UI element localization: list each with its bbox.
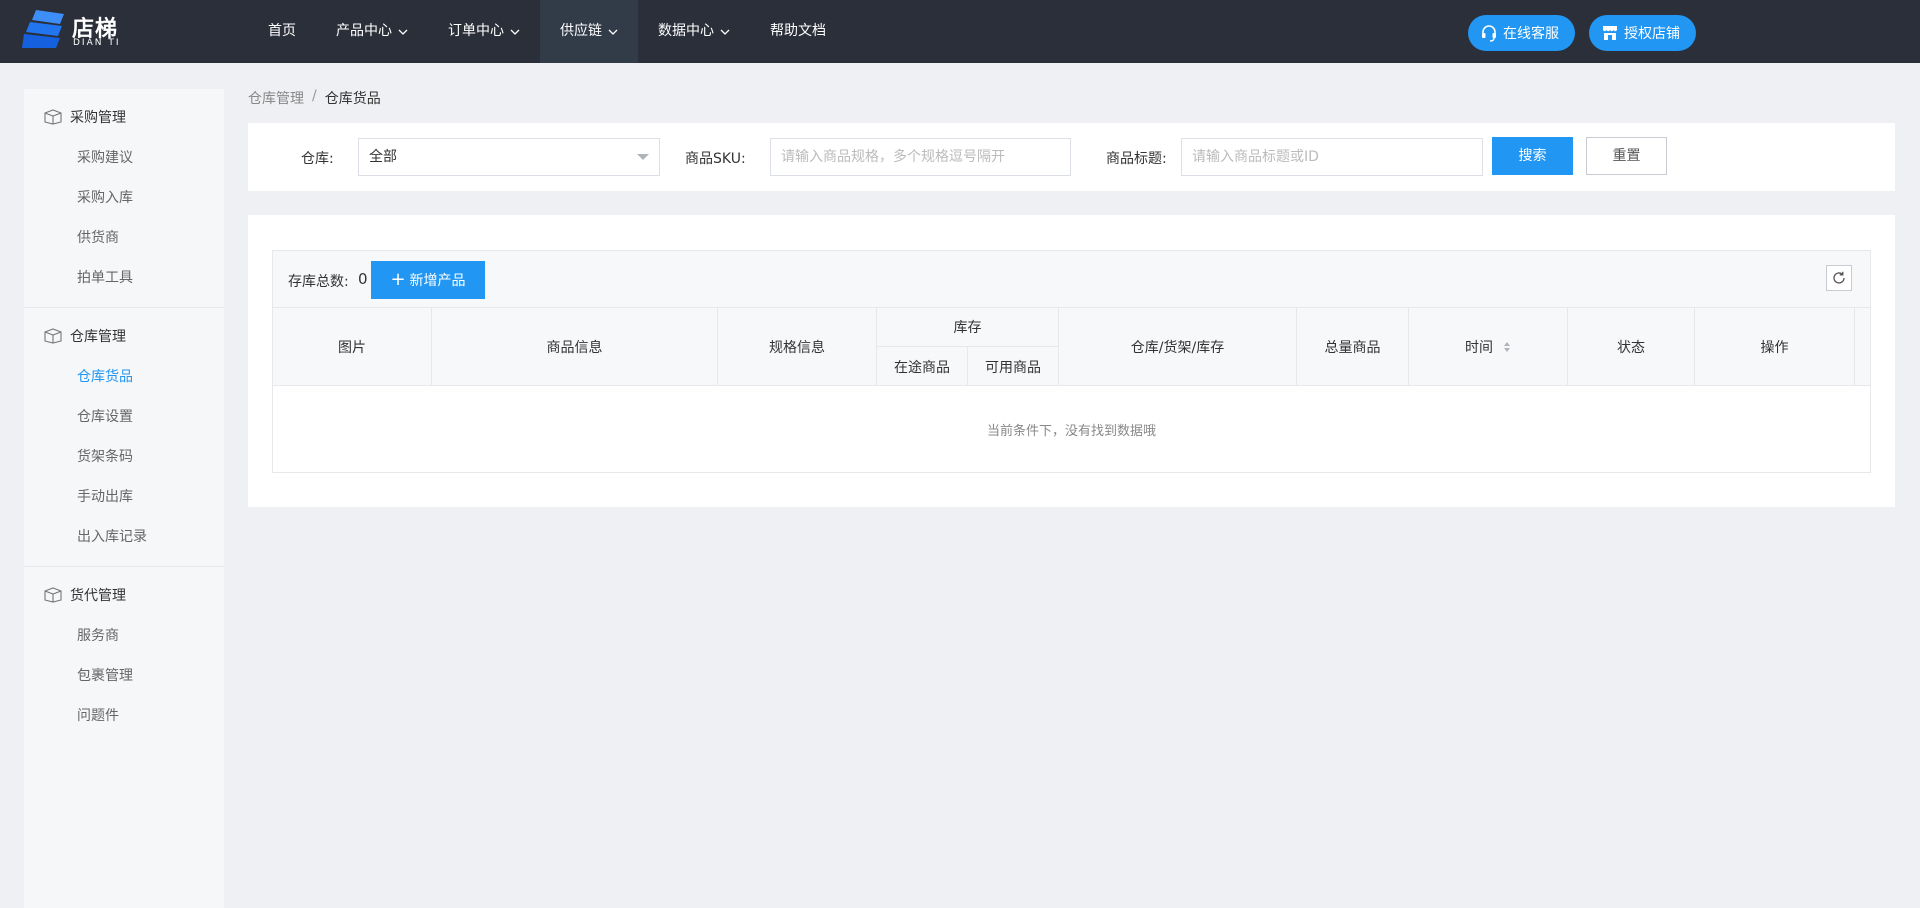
sidebar-group-warehouse[interactable]: 仓库管理 [44,326,126,346]
table-toolbar: 存库总数: 0 + 新增产品 [273,251,1870,308]
column-header-available: 可用商品 [968,347,1059,386]
nav-home-label: 首页 [268,23,296,39]
nav-order-center[interactable]: 订单中心 [428,0,540,63]
authorize-store-button[interactable]: 授权店铺 [1589,15,1696,51]
breadcrumb: 仓库管理 / 仓库货品 [248,88,381,108]
nav-help-docs[interactable]: 帮助文档 [750,0,846,63]
sidebar-group-forwarding[interactable]: 货代管理 [44,585,126,605]
nav-home[interactable]: 首页 [248,0,316,63]
add-product-label: 新增产品 [409,273,466,289]
nav-product-center-label: 产品中心 [336,23,392,39]
sidebar-group-forwarding-label: 货代管理 [70,588,126,604]
sidebar-item-problem-items[interactable]: 问题件 [77,705,119,725]
refresh-button[interactable] [1826,265,1852,291]
sku-filter-label: 商品SKU: [685,151,746,167]
inventory-table: 存库总数: 0 + 新增产品 图片 商品信息 规格信息 库存 在途商品 可用商品… [272,250,1871,473]
breadcrumb-separator: / [312,88,317,104]
sidebar-item-inout-records[interactable]: 出入库记录 [77,526,147,546]
search-button[interactable]: 搜索 [1492,137,1573,175]
online-support-label: 在线客服 [1503,26,1559,42]
breadcrumb-parent[interactable]: 仓库管理 [248,88,304,108]
store-icon [1603,26,1617,40]
reset-button[interactable]: 重置 [1586,137,1667,175]
add-product-button[interactable]: + 新增产品 [371,261,485,299]
brand-subtitle: DIAN TI [73,38,121,48]
sidebar-item-suppliers[interactable]: 供货商 [77,227,119,247]
sidebar-item-warehouse-settings[interactable]: 仓库设置 [77,406,133,426]
sidebar: 采购管理 采购建议 采购入库 供货商 拍单工具 仓库管理 仓库货品 仓库设置 货… [24,89,224,908]
title-input-placeholder: 请输入商品标题或ID [1192,149,1319,165]
box-icon [44,587,62,603]
warehouse-select[interactable]: 全部 [358,138,660,176]
chevron-down-icon [608,29,618,35]
sidebar-group-warehouse-label: 仓库管理 [70,329,126,345]
warehouse-select-value: 全部 [369,149,397,165]
sidebar-item-order-tool[interactable]: 拍单工具 [77,267,133,287]
sidebar-item-purchase-inbound[interactable]: 采购入库 [77,187,133,207]
column-header-stock: 库存 [877,308,1059,347]
sku-input-placeholder: 请输入商品规格，多个规格逗号隔开 [781,149,1005,165]
column-header-spec-info: 规格信息 [718,308,877,386]
nav-supply-chain[interactable]: 供应链 [540,0,638,63]
title-input[interactable]: 请输入商品标题或ID [1181,138,1483,176]
nav-help-docs-label: 帮助文档 [770,23,826,39]
sku-input[interactable]: 请输入商品规格，多个规格逗号隔开 [770,138,1071,176]
sidebar-item-package-management[interactable]: 包裹管理 [77,665,133,685]
sidebar-item-service-providers[interactable]: 服务商 [77,625,119,645]
title-filter-label: 商品标题: [1106,151,1167,167]
sidebar-item-manual-outbound[interactable]: 手动出库 [77,486,133,506]
sidebar-item-warehouse-goods[interactable]: 仓库货品 [77,366,133,386]
sidebar-group-purchase-label: 采购管理 [70,110,126,126]
online-support-button[interactable]: 在线客服 [1468,15,1575,51]
column-header-status: 状态 [1568,308,1695,386]
filter-panel: 仓库: 全部 商品SKU: 请输入商品规格，多个规格逗号隔开 商品标题: 请输入… [248,123,1895,191]
chevron-down-icon [510,29,520,35]
brand-logo[interactable]: 店梯 DIAN TI [22,8,132,54]
main-nav: 首页 产品中心 订单中心 供应链 数据中心 帮助文档 [248,0,846,63]
sidebar-divider [24,566,224,567]
main-panel: 存库总数: 0 + 新增产品 图片 商品信息 规格信息 库存 在途商品 可用商品… [248,215,1895,507]
sidebar-item-purchase-suggestion[interactable]: 采购建议 [77,147,133,167]
nav-data-center[interactable]: 数据中心 [638,0,750,63]
nav-data-center-label: 数据中心 [658,23,714,39]
column-header-total: 总量商品 [1297,308,1409,386]
breadcrumb-current: 仓库货品 [324,91,381,107]
table-header: 图片 商品信息 规格信息 库存 在途商品 可用商品 仓库/货架/库存 总量商品 … [273,308,1870,386]
logo-icon [22,10,64,48]
chevron-down-icon [720,29,730,35]
stock-total-label: 存库总数: [288,274,349,290]
sort-icon [1504,342,1510,352]
column-header-in-transit: 在途商品 [877,347,968,386]
column-header-actions: 操作 [1695,308,1855,386]
nav-supply-chain-label: 供应链 [560,23,602,39]
column-header-time[interactable]: 时间 [1409,308,1568,386]
column-header-time-label: 时间 [1465,340,1493,356]
authorize-store-label: 授权店铺 [1624,26,1680,42]
refresh-icon [1833,271,1845,284]
caret-down-icon [637,154,649,160]
column-header-location: 仓库/货架/库存 [1059,308,1297,386]
empty-state-message: 当前条件下，没有找到数据哦 [986,423,1156,439]
headset-icon [1482,25,1496,42]
sidebar-item-shelf-barcode[interactable]: 货架条码 [77,446,133,466]
sidebar-group-purchase[interactable]: 采购管理 [44,107,126,127]
column-header-image: 图片 [273,308,432,386]
warehouse-filter-label: 仓库: [301,151,334,167]
chevron-down-icon [398,29,408,35]
stock-total-value: 0 [358,270,368,288]
nav-order-center-label: 订单中心 [448,23,504,39]
nav-product-center[interactable]: 产品中心 [316,0,428,63]
top-navbar: 店梯 DIAN TI 首页 产品中心 订单中心 供应链 数据中心 帮助文档 在线… [0,0,1920,63]
column-header-product-info: 商品信息 [432,308,718,386]
plus-icon: + [390,269,406,290]
sidebar-divider [24,307,224,308]
box-icon [44,109,62,125]
box-icon [44,328,62,344]
